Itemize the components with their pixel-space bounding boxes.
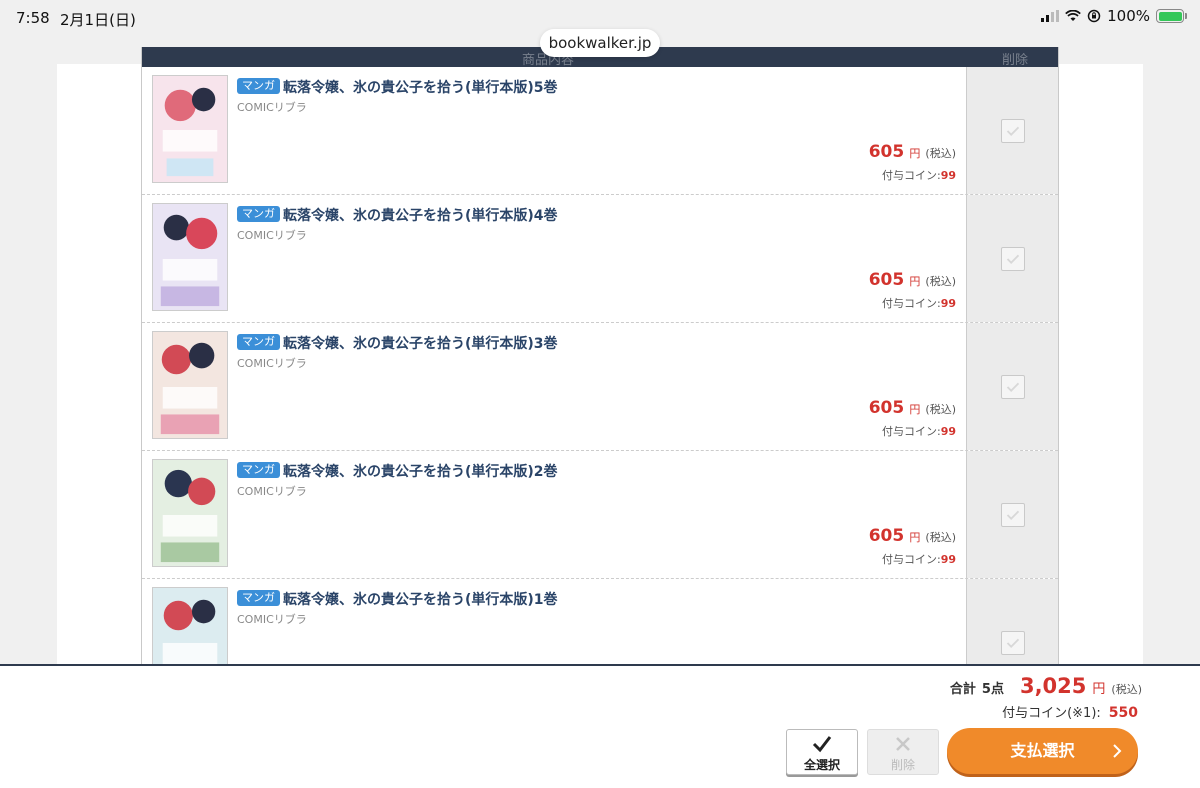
delete-checkbox[interactable] bbox=[1001, 631, 1025, 655]
item-coin: 付与コイン:99 bbox=[882, 295, 956, 311]
item-title-link[interactable]: 転落令嬢、氷の貴公子を拾う(単行本版)2巻 bbox=[283, 461, 558, 481]
check-icon bbox=[1006, 254, 1020, 264]
total-price: 3,025 bbox=[1019, 674, 1087, 698]
cart-item-row: マンガ 転落令嬢、氷の貴公子を拾う(単行本版)2巻 COMICリブラ 605 円… bbox=[142, 451, 1058, 579]
delete-checkbox[interactable] bbox=[1001, 375, 1025, 399]
price-tax-label: (税込) bbox=[925, 403, 956, 416]
select-all-button[interactable]: 全選択 bbox=[786, 729, 858, 775]
item-coin: 付与コイン:99 bbox=[882, 423, 956, 439]
total-summary: 合計 5点 3,025 円 (税込) bbox=[950, 674, 1142, 698]
delete-column-cell bbox=[966, 579, 1058, 666]
rotation-lock-icon bbox=[1087, 9, 1101, 23]
price-tax-label: (税込) bbox=[925, 275, 956, 288]
delete-column-cell bbox=[966, 323, 1058, 450]
category-badge: マンガ bbox=[237, 462, 280, 478]
check-icon bbox=[1006, 510, 1020, 520]
item-coin: 付与コイン:99 bbox=[882, 551, 956, 567]
price-unit: 円 bbox=[909, 147, 921, 160]
chevron-right-icon bbox=[1112, 728, 1122, 774]
close-icon bbox=[868, 734, 938, 758]
total-unit: 円 bbox=[1092, 682, 1106, 697]
book-cover[interactable] bbox=[152, 331, 228, 439]
coin-label: 付与コイン: bbox=[881, 297, 941, 310]
price-value: 605 bbox=[868, 398, 905, 418]
status-date: 2月1日(日) bbox=[60, 11, 136, 29]
item-price: 605 円 (税込) bbox=[869, 398, 956, 418]
check-icon bbox=[1006, 638, 1020, 648]
item-publisher: COMICリブラ bbox=[237, 485, 307, 498]
delete-checkbox[interactable] bbox=[1001, 503, 1025, 527]
item-price: 605 円 (税込) bbox=[869, 270, 956, 290]
price-value: 605 bbox=[868, 142, 905, 162]
cart-item-row: マンガ 転落令嬢、氷の貴公子を拾う(単行本版)5巻 COMICリブラ 605 円… bbox=[142, 67, 1058, 195]
delete-column-cell bbox=[966, 451, 1058, 578]
item-publisher: COMICリブラ bbox=[237, 229, 307, 242]
select-all-label: 全選択 bbox=[803, 758, 840, 772]
coin-total-label: 付与コイン(※1): bbox=[1002, 706, 1101, 721]
book-cover[interactable] bbox=[152, 75, 228, 183]
check-icon bbox=[1006, 382, 1020, 392]
delete-checkbox[interactable] bbox=[1001, 247, 1025, 271]
item-publisher: COMICリブラ bbox=[237, 613, 307, 626]
item-title-link[interactable]: 転落令嬢、氷の貴公子を拾う(単行本版)4巻 bbox=[283, 205, 558, 225]
category-badge: マンガ bbox=[237, 78, 280, 94]
coin-value: 99 bbox=[940, 425, 956, 438]
payment-select-label: 支払選択 bbox=[1010, 741, 1075, 760]
price-unit: 円 bbox=[909, 403, 921, 416]
item-title-link[interactable]: 転落令嬢、氷の貴公子を拾う(単行本版)1巻 bbox=[283, 589, 558, 609]
cart-item-row: マンガ 転落令嬢、氷の貴公子を拾う(単行本版)1巻 COMICリブラ bbox=[142, 579, 1058, 666]
category-badge: マンガ bbox=[237, 590, 280, 606]
coin-label: 付与コイン: bbox=[881, 553, 941, 566]
item-coin: 付与コイン:99 bbox=[882, 167, 956, 183]
coin-label: 付与コイン: bbox=[881, 169, 941, 182]
price-value: 605 bbox=[868, 270, 905, 290]
total-label: 合計 bbox=[949, 682, 976, 697]
battery-icon bbox=[1156, 9, 1187, 23]
coin-label: 付与コイン: bbox=[881, 425, 941, 438]
checkout-footer: 合計 5点 3,025 円 (税込) 付与コイン(※1): 550 全選択 削除 … bbox=[0, 664, 1200, 788]
cart-item-row: マンガ 転落令嬢、氷の貴公子を拾う(単行本版)4巻 COMICリブラ 605 円… bbox=[142, 195, 1058, 323]
url-bar[interactable]: bookwalker.jp bbox=[540, 29, 660, 57]
item-price: 605 円 (税込) bbox=[869, 526, 956, 546]
category-badge: マンガ bbox=[237, 206, 280, 222]
coin-total: 付与コイン(※1): 550 bbox=[1002, 702, 1138, 721]
coin-total-value: 550 bbox=[1108, 705, 1138, 721]
total-tax-label: (税込) bbox=[1111, 683, 1142, 696]
coin-value: 99 bbox=[940, 169, 956, 182]
payment-select-button[interactable]: 支払選択 bbox=[947, 728, 1138, 774]
total-count: 5点 bbox=[981, 682, 1004, 697]
item-publisher: COMICリブラ bbox=[237, 357, 307, 370]
delete-column-cell bbox=[966, 195, 1058, 322]
item-title-link[interactable]: 転落令嬢、氷の貴公子を拾う(単行本版)3巻 bbox=[283, 333, 558, 353]
book-cover[interactable] bbox=[152, 587, 228, 666]
cellular-signal-icon bbox=[1041, 10, 1060, 22]
status-indicators: 100% bbox=[1041, 7, 1187, 25]
delete-button[interactable]: 削除 bbox=[867, 729, 939, 775]
coin-value: 99 bbox=[940, 297, 956, 310]
price-tax-label: (税込) bbox=[925, 147, 956, 160]
column-header-delete: 削除 bbox=[1001, 53, 1028, 68]
price-value: 605 bbox=[868, 526, 905, 546]
price-unit: 円 bbox=[909, 531, 921, 544]
price-tax-label: (税込) bbox=[925, 531, 956, 544]
item-publisher: COMICリブラ bbox=[237, 101, 307, 114]
wifi-icon bbox=[1065, 10, 1081, 21]
coin-value: 99 bbox=[940, 553, 956, 566]
delete-label: 削除 bbox=[890, 758, 915, 772]
item-title-link[interactable]: 転落令嬢、氷の貴公子を拾う(単行本版)5巻 bbox=[283, 77, 558, 97]
checkmark-icon bbox=[787, 734, 857, 758]
status-time: 7:58 bbox=[16, 9, 50, 27]
check-icon bbox=[1006, 126, 1020, 136]
item-price: 605 円 (税込) bbox=[869, 142, 956, 162]
delete-checkbox[interactable] bbox=[1001, 119, 1025, 143]
cart-item-row: マンガ 転落令嬢、氷の貴公子を拾う(単行本版)3巻 COMICリブラ 605 円… bbox=[142, 323, 1058, 451]
battery-percent: 100% bbox=[1107, 7, 1150, 25]
book-cover[interactable] bbox=[152, 459, 228, 567]
delete-column-cell bbox=[966, 67, 1058, 194]
price-unit: 円 bbox=[909, 275, 921, 288]
cart-table: 商品内容 削除 マンガ 転落令嬢、氷の貴公子を拾う(単行本版)5巻 COMICリ… bbox=[141, 47, 1059, 667]
category-badge: マンガ bbox=[237, 334, 280, 350]
book-cover[interactable] bbox=[152, 203, 228, 311]
